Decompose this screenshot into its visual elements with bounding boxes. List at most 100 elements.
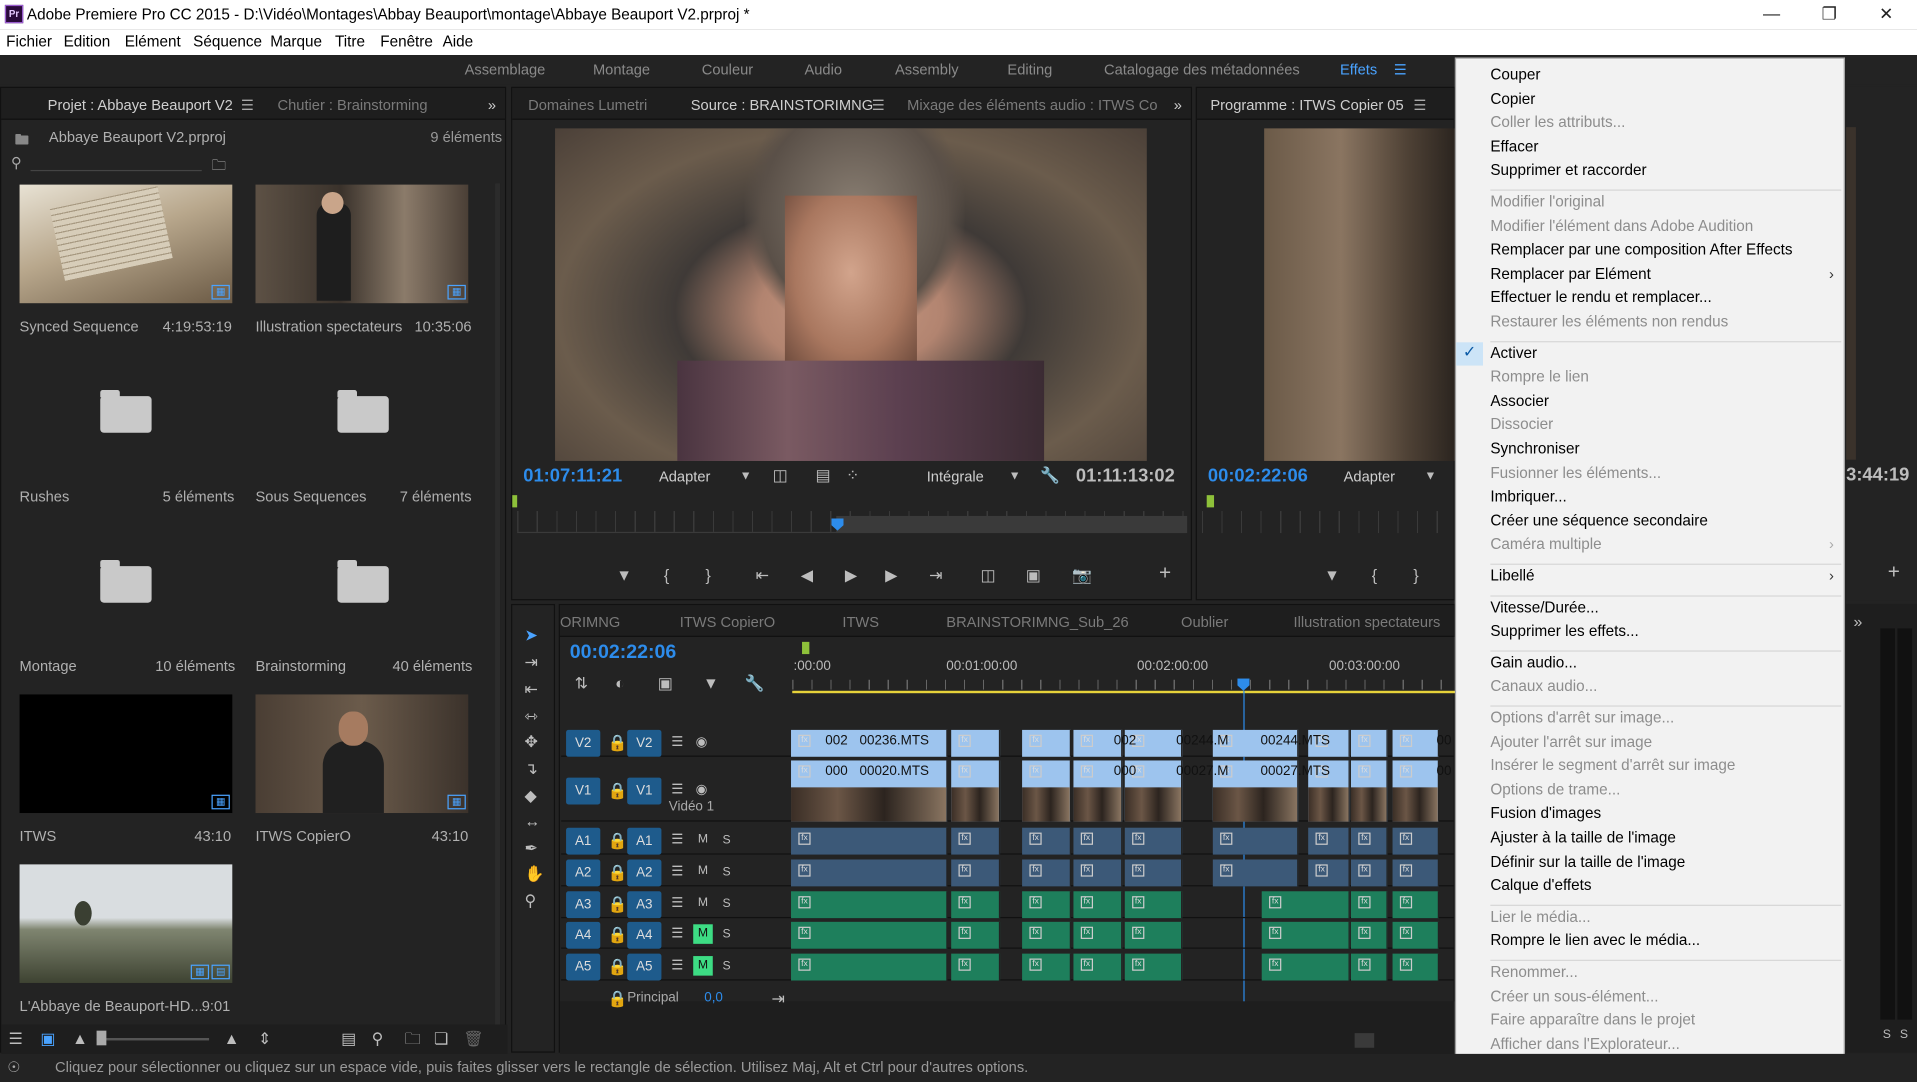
menu-aide[interactable]: Aide bbox=[443, 33, 474, 50]
tab-sequence[interactable]: ITWS CopierO bbox=[680, 614, 775, 631]
waveform-icon[interactable]: ⁘ bbox=[846, 467, 859, 483]
timeline-clip[interactable]: fx bbox=[1124, 891, 1183, 919]
thumb-itws[interactable]: ▦ bbox=[19, 694, 233, 814]
eye-icon[interactable]: ◉ bbox=[696, 782, 708, 798]
mute-button[interactable]: M bbox=[693, 862, 713, 882]
menu-item[interactable]: Supprimer les effets... bbox=[1490, 623, 1638, 640]
timeline-clip[interactable]: fx bbox=[1022, 729, 1071, 757]
timeline-clip[interactable]: fx bbox=[1022, 891, 1071, 919]
panel-overflow-icon[interactable]: » bbox=[1174, 97, 1182, 114]
sync-lock-icon[interactable]: ☰ bbox=[671, 927, 683, 943]
workspace-couleur[interactable]: Couleur bbox=[702, 61, 753, 78]
timeline-clip[interactable]: fx bbox=[1022, 827, 1071, 855]
timeline-clip[interactable]: fx bbox=[1022, 953, 1071, 981]
panel-menu-icon[interactable]: ☰ bbox=[241, 97, 254, 114]
timeline-clip[interactable]: fx bbox=[951, 953, 1001, 981]
mark-in-icon[interactable]: { bbox=[1372, 567, 1377, 583]
source-video-frame[interactable] bbox=[555, 128, 1147, 461]
new-bin-icon[interactable]: 🗀 bbox=[212, 154, 227, 180]
timeline-clip[interactable]: fx bbox=[951, 729, 1001, 757]
timeline-clip[interactable]: fx bbox=[1073, 859, 1123, 887]
razor-tool-icon[interactable]: ↴ bbox=[524, 760, 537, 776]
tab-audio-mixer[interactable]: Mixage des éléments audio : ITWS Co bbox=[907, 97, 1157, 114]
new-bin-icon[interactable]: 🗀 bbox=[405, 1031, 421, 1047]
overwrite-icon[interactable]: ▣ bbox=[1026, 567, 1041, 583]
menu-item[interactable]: Effectuer le rendu et remplacer... bbox=[1490, 289, 1711, 306]
menu-item[interactable]: Couper bbox=[1490, 66, 1540, 83]
menu-item[interactable]: Définir sur la taille de l'image bbox=[1490, 853, 1685, 870]
workspace-montage[interactable]: Montage bbox=[593, 61, 650, 78]
menu-item[interactable]: Imbriquer... bbox=[1490, 488, 1566, 505]
menu-item[interactable]: Remplacer par Elément bbox=[1490, 265, 1651, 282]
slip-tool-icon[interactable]: ◆ bbox=[524, 787, 536, 803]
lock-icon[interactable]: 🔒 bbox=[608, 864, 628, 880]
time-ruler[interactable]: :00:00 00:01:00:00 00:02:00:00 00:03:00:… bbox=[792, 636, 1457, 694]
chevron-down-icon[interactable]: ▼ bbox=[740, 468, 752, 484]
target-track-v2[interactable]: V2 bbox=[627, 729, 662, 757]
menu-fenetre[interactable]: Fenêtre bbox=[380, 33, 433, 50]
lock-icon[interactable]: 🔒 bbox=[608, 782, 628, 798]
mute-button[interactable]: M bbox=[693, 956, 713, 976]
program-scrubber[interactable] bbox=[1201, 511, 1454, 534]
timeline-clip[interactable]: fx bbox=[1022, 760, 1071, 822]
timeline-clip[interactable]: fx bbox=[1350, 760, 1388, 822]
timeline-clip[interactable]: fx bbox=[951, 921, 1001, 949]
add-marker-icon[interactable]: ▼ bbox=[1324, 567, 1340, 583]
tab-sequence[interactable]: Oublier bbox=[1181, 614, 1228, 631]
lock-icon[interactable]: 🔒 bbox=[608, 735, 628, 751]
chevron-down-icon[interactable]: ▼ bbox=[1424, 468, 1436, 484]
menu-item[interactable]: Effacer bbox=[1490, 138, 1538, 155]
sync-lock-icon[interactable]: ☰ bbox=[671, 896, 683, 912]
menu-item[interactable]: Copier bbox=[1490, 90, 1535, 107]
menu-element[interactable]: Elément bbox=[125, 33, 181, 50]
play-icon[interactable]: ▶ bbox=[845, 567, 857, 583]
menu-item[interactable]: Associer bbox=[1490, 392, 1549, 409]
sync-lock-icon[interactable]: ☰ bbox=[671, 959, 683, 975]
tab-sequence[interactable]: Illustration spectateurs bbox=[1294, 614, 1441, 631]
eye-icon[interactable]: ◉ bbox=[696, 735, 708, 751]
lock-icon[interactable]: 🔒 bbox=[608, 927, 628, 943]
timeline-clip[interactable]: fx bbox=[1350, 729, 1388, 757]
workspace-editing[interactable]: Editing bbox=[1007, 61, 1052, 78]
tab-program[interactable]: Programme : ITWS Copier 05 bbox=[1210, 97, 1403, 114]
panel-overflow-icon[interactable]: » bbox=[488, 97, 496, 114]
timeline-clip[interactable]: fx bbox=[1308, 827, 1350, 855]
menu-fichier[interactable]: Fichier bbox=[6, 33, 52, 50]
timeline-clip[interactable]: fx bbox=[1212, 827, 1299, 855]
menu-edition[interactable]: Edition bbox=[64, 33, 111, 50]
icon-view-icon[interactable]: ▣ bbox=[40, 1031, 55, 1047]
tab-sequence[interactable]: ITWS bbox=[842, 614, 879, 631]
lock-icon[interactable]: 🔒 bbox=[608, 896, 628, 912]
source-fit-select[interactable]: Adapter bbox=[659, 468, 710, 485]
wrench-icon[interactable]: 🔧 bbox=[1040, 467, 1060, 483]
timeline-clip[interactable]: fx bbox=[1350, 953, 1388, 981]
workspace-assembly[interactable]: Assembly bbox=[895, 61, 959, 78]
snap-icon[interactable]: ⇅ bbox=[575, 675, 588, 691]
folder-icon[interactable] bbox=[337, 390, 389, 433]
program-timecode[interactable]: 00:02:22:06 bbox=[1208, 466, 1308, 487]
menu-marque[interactable]: Marque bbox=[270, 33, 322, 50]
menu-item[interactable]: Calque d'effets bbox=[1490, 877, 1591, 894]
timeline-clip[interactable]: fx bbox=[1392, 921, 1440, 949]
menu-item[interactable]: Créer une séquence secondaire bbox=[1490, 512, 1708, 529]
mark-out-icon[interactable]: } bbox=[705, 567, 710, 583]
timeline-clip[interactable]: fx bbox=[951, 827, 1001, 855]
timeline-clip[interactable]: fx bbox=[791, 827, 948, 855]
target-track-v1[interactable]: V1 bbox=[627, 777, 662, 805]
settings-wrench-icon[interactable]: 🔧 bbox=[745, 675, 765, 691]
work-area-bar[interactable] bbox=[792, 690, 1457, 694]
timeline-clip[interactable]: fx bbox=[1350, 859, 1388, 887]
hand-tool-icon[interactable]: ✋ bbox=[524, 866, 544, 882]
workspace-audio[interactable]: Audio bbox=[804, 61, 842, 78]
chevron-down-icon[interactable]: ▼ bbox=[1009, 468, 1021, 484]
timeline-timecode[interactable]: 00:02:22:06 bbox=[570, 642, 677, 664]
search-icon[interactable]: ⚲ bbox=[11, 154, 22, 171]
timeline-clip[interactable]: fx bbox=[1392, 729, 1440, 757]
solo-left-button[interactable]: S bbox=[1883, 1027, 1891, 1043]
timeline-clip[interactable]: fx bbox=[951, 760, 1001, 822]
program-fit-select[interactable]: Adapter bbox=[1344, 468, 1395, 485]
menu-item[interactable]: Gain audio... bbox=[1490, 654, 1577, 671]
trash-icon[interactable]: 🗑 bbox=[463, 1031, 483, 1047]
thumb-itws-copiero[interactable]: ▦ bbox=[255, 694, 469, 814]
mark-out-icon[interactable]: } bbox=[1413, 567, 1418, 583]
